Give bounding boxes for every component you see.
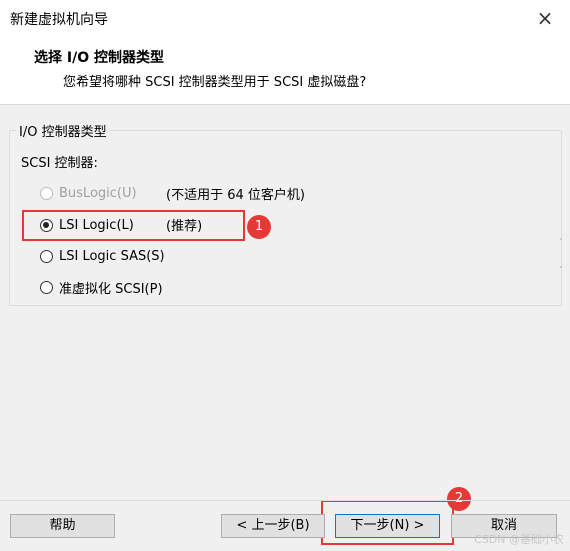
close-icon[interactable]: × xyxy=(532,5,558,31)
option-lsi-logic-sas-label: LSI Logic SAS(S) xyxy=(59,248,165,264)
radio-pvscsi[interactable] xyxy=(40,280,53,294)
wizard-header: 选择 I/O 控制器类型 您希望将哪种 SCSI 控制器类型用于 SCSI 虚拟… xyxy=(0,36,570,105)
page-subtitle: 您希望将哪种 SCSI 控制器类型用于 SCSI 虚拟磁盘? xyxy=(63,75,367,90)
back-button[interactable]: < 上一步(B) xyxy=(221,514,325,538)
watermark: CSDN @基础小农 xyxy=(474,533,564,546)
option-buslogic-label: BusLogic(U) xyxy=(59,185,137,201)
option-pvscsi-label: 准虚拟化 SCSI(P) xyxy=(59,281,163,297)
annotation-badge-2: 2 xyxy=(447,487,471,511)
window-title: 新建虚拟机向导 xyxy=(10,12,108,28)
scsi-controller-label: SCSI 控制器: xyxy=(21,156,98,171)
help-button[interactable]: 帮助 xyxy=(10,514,115,538)
radio-buslogic[interactable] xyxy=(40,186,53,200)
option-buslogic[interactable]: BusLogic(U) xyxy=(40,183,137,203)
annotation-badge-1: 1 xyxy=(247,215,271,239)
option-buslogic-note: (不适用于 64 位客户机) xyxy=(166,188,305,203)
title-bar: 新建虚拟机向导 × xyxy=(0,0,570,36)
highlight-box-1 xyxy=(22,210,245,241)
option-pvscsi[interactable]: 准虚拟化 SCSI(P) xyxy=(40,277,163,297)
option-lsi-logic-sas[interactable]: LSI Logic SAS(S) xyxy=(40,246,165,266)
resize-grip-dot xyxy=(560,238,562,240)
next-button[interactable]: 下一步(N) > xyxy=(335,514,440,538)
radio-lsi-logic-sas[interactable] xyxy=(40,249,53,263)
resize-grip-dot xyxy=(560,266,562,268)
page-title: 选择 I/O 控制器类型 xyxy=(34,50,164,66)
footer-divider xyxy=(0,500,570,501)
group-legend: I/O 控制器类型 xyxy=(16,121,110,140)
